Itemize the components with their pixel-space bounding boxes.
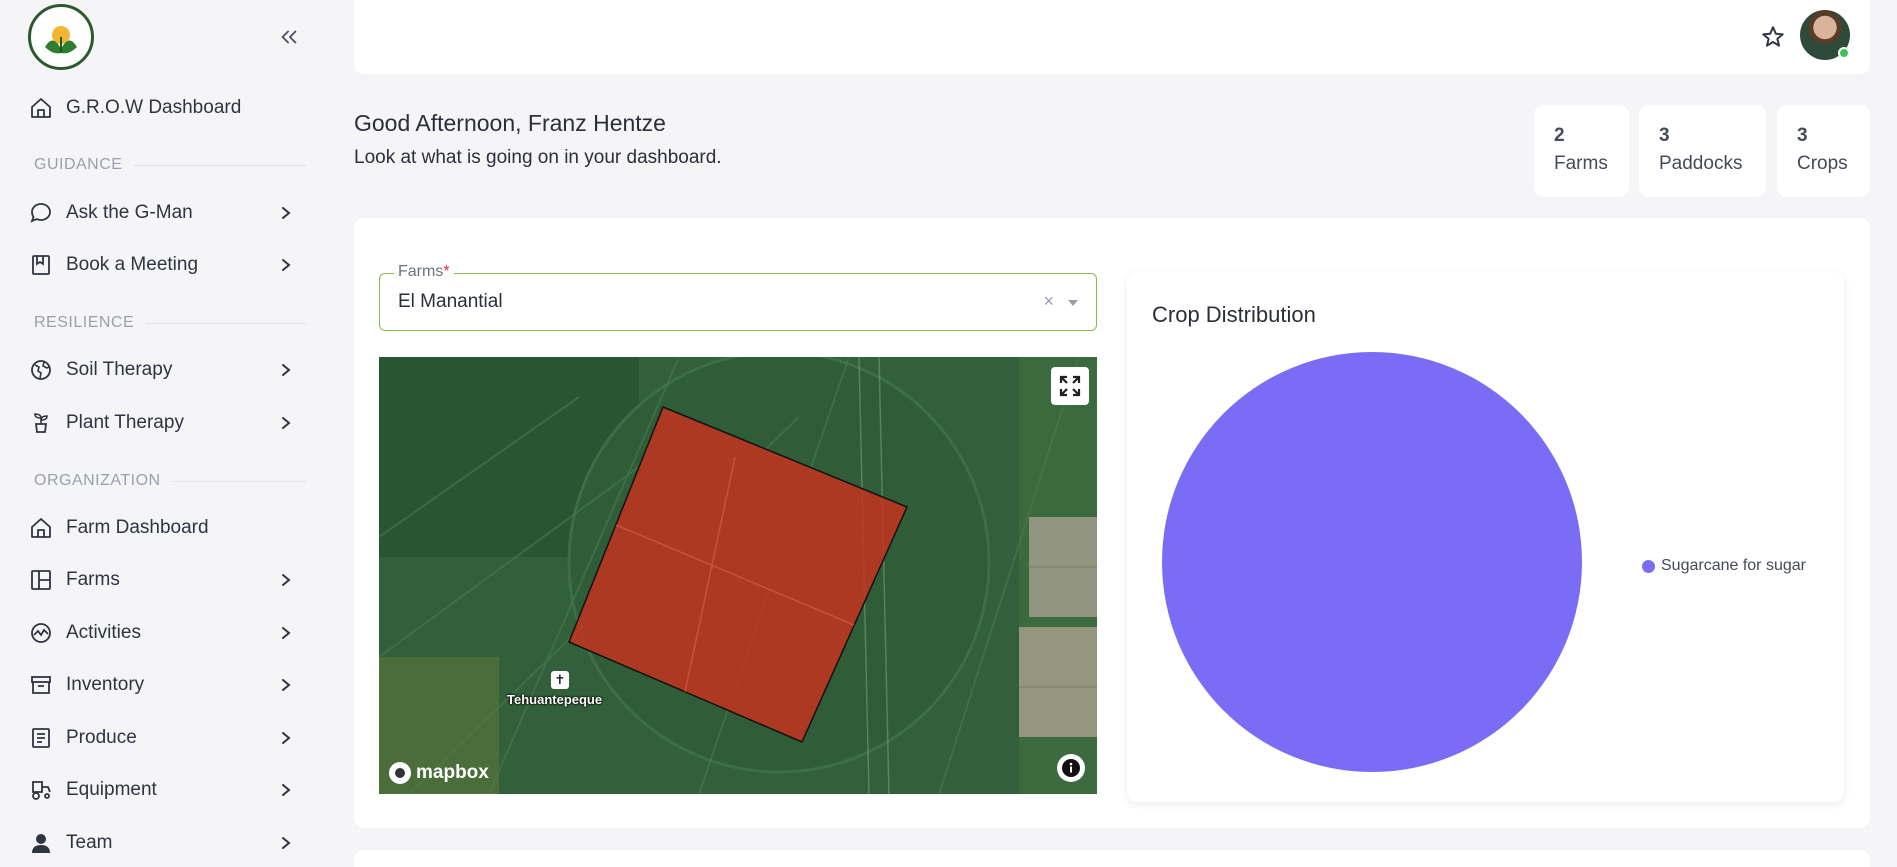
layout-icon — [26, 565, 56, 595]
book-icon — [26, 250, 56, 280]
stat-card-paddocks[interactable]: 3 Paddocks — [1639, 105, 1766, 197]
mapbox-mark-icon — [389, 762, 411, 784]
stat-label: Paddocks — [1659, 153, 1743, 174]
farm-map[interactable]: ✝ Tehuantepeque mapbox — [379, 357, 1097, 794]
clear-icon[interactable]: × — [1043, 291, 1054, 312]
sidebar-item-grow-dashboard[interactable]: G.R.O.W Dashboard — [26, 86, 296, 130]
mapbox-wordmark: mapbox — [416, 762, 489, 783]
section-label: GUIDANCE — [34, 156, 123, 173]
landmark-icon: ✝ — [551, 671, 569, 689]
legend-swatch — [1642, 559, 1655, 573]
favorite-button[interactable] — [1760, 24, 1786, 50]
stat-value: 3 — [1659, 125, 1670, 146]
globe-icon — [26, 355, 56, 385]
chevron-right-icon — [276, 623, 296, 643]
user-icon — [26, 828, 56, 858]
tractor-icon — [26, 775, 56, 805]
next-card — [354, 850, 1870, 867]
collapse-sidebar-button[interactable] — [274, 22, 304, 52]
chevron-right-icon — [276, 203, 296, 223]
section-label: RESILIENCE — [34, 314, 135, 331]
chart-title: Crop Distribution — [1152, 302, 1316, 327]
chevron-right-icon — [276, 675, 296, 695]
section-label: ORGANIZATION — [34, 472, 161, 489]
sidebar-item-label: Produce — [66, 727, 137, 748]
mapbox-logo[interactable]: mapbox — [389, 762, 489, 784]
sidebar-item-label: Book a Meeting — [66, 254, 199, 275]
stat-card-crops[interactable]: 3 Crops — [1777, 105, 1870, 197]
user-avatar[interactable] — [1800, 10, 1850, 60]
farm-select[interactable]: Farms* El Manantial × — [379, 263, 1097, 331]
list-icon — [26, 723, 56, 753]
chevron-right-icon — [276, 780, 296, 800]
sidebar-item-label: Ask the G-Man — [66, 202, 193, 223]
section-organization: ORGANIZATION — [14, 472, 306, 490]
pie-slice-sugarcane-for-sugar[interactable] — [1162, 352, 1582, 772]
caret-down-icon[interactable] — [1068, 300, 1078, 306]
plant-icon — [26, 408, 56, 438]
sidebar-item-book-meeting[interactable]: Book a Meeting — [26, 243, 296, 287]
sidebar-item-ask-gman[interactable]: Ask the G-Man — [26, 191, 296, 235]
stat-label: Farms — [1554, 153, 1608, 174]
sidebar-item-produce[interactable]: Produce — [26, 716, 296, 760]
fullscreen-icon — [1059, 375, 1081, 397]
map-place-label: Tehuantepeque — [507, 692, 603, 707]
sidebar-item-label: G.R.O.W Dashboard — [66, 97, 242, 118]
top-bar — [354, 0, 1870, 74]
farm-select-label: Farms* — [394, 263, 454, 281]
sidebar-item-label: Equipment — [66, 779, 157, 800]
chart-legend-item[interactable]: Sugarcane for sugar — [1642, 557, 1806, 575]
double-chevron-left-icon — [281, 30, 297, 44]
online-status-indicator — [1838, 47, 1850, 59]
home-icon — [26, 93, 56, 123]
legend-label: Sugarcane for sugar — [1661, 557, 1806, 574]
sidebar: G.R.O.W Dashboard GUIDANCE Ask the G-Man… — [0, 0, 320, 867]
archive-icon — [26, 670, 56, 700]
sidebar-item-farm-dashboard[interactable]: Farm Dashboard — [26, 506, 296, 550]
sidebar-item-activities[interactable]: Activities — [26, 611, 296, 655]
sidebar-item-plant-therapy[interactable]: Plant Therapy — [26, 401, 296, 445]
chevron-right-icon — [276, 833, 296, 853]
section-guidance: GUIDANCE — [14, 156, 306, 174]
chevron-right-icon — [276, 255, 296, 275]
satellite-imagery — [379, 357, 1097, 794]
greeting-title: Good Afternoon, Franz Hentze — [354, 110, 666, 136]
section-resilience: RESILIENCE — [14, 314, 306, 332]
crop-pie-chart — [1162, 352, 1582, 772]
chevron-right-icon — [276, 728, 296, 748]
sidebar-item-label: Inventory — [66, 674, 145, 695]
chevron-right-icon — [276, 360, 296, 380]
sidebar-item-inventory[interactable]: Inventory — [26, 663, 296, 707]
sidebar-item-team[interactable]: Team — [26, 821, 296, 865]
info-icon — [1062, 759, 1080, 777]
sidebar-item-label: Farms — [66, 569, 120, 590]
star-icon — [1762, 26, 1784, 47]
farm-select-value: El Manantial — [398, 291, 503, 312]
stat-value: 2 — [1554, 125, 1565, 146]
stat-card-farms[interactable]: 2 Farms — [1534, 105, 1629, 197]
greeting-subtitle: Look at what is going on in your dashboa… — [354, 147, 722, 168]
sidebar-item-label: Soil Therapy — [66, 359, 173, 380]
sidebar-item-farms[interactable]: Farms — [26, 558, 296, 602]
app-logo[interactable] — [28, 4, 94, 70]
crop-distribution-card: Crop Distribution Sugarcane for sugar — [1127, 272, 1844, 802]
sidebar-item-label: Farm Dashboard — [66, 517, 209, 538]
fullscreen-button[interactable] — [1051, 367, 1089, 405]
attribution-info-button[interactable] — [1057, 754, 1085, 782]
sidebar-item-label: Plant Therapy — [66, 412, 184, 433]
chevron-right-icon — [276, 570, 296, 590]
stat-label: Crops — [1797, 153, 1848, 174]
sidebar-item-label: Team — [66, 832, 113, 853]
chat-bubble-icon — [26, 198, 56, 228]
sidebar-item-label: Activities — [66, 622, 141, 643]
chevron-right-icon — [276, 413, 296, 433]
activity-icon — [26, 618, 56, 648]
stat-value: 3 — [1797, 125, 1808, 146]
home-icon — [26, 513, 56, 543]
sidebar-item-soil-therapy[interactable]: Soil Therapy — [26, 348, 296, 392]
sidebar-item-equipment[interactable]: Equipment — [26, 768, 296, 812]
